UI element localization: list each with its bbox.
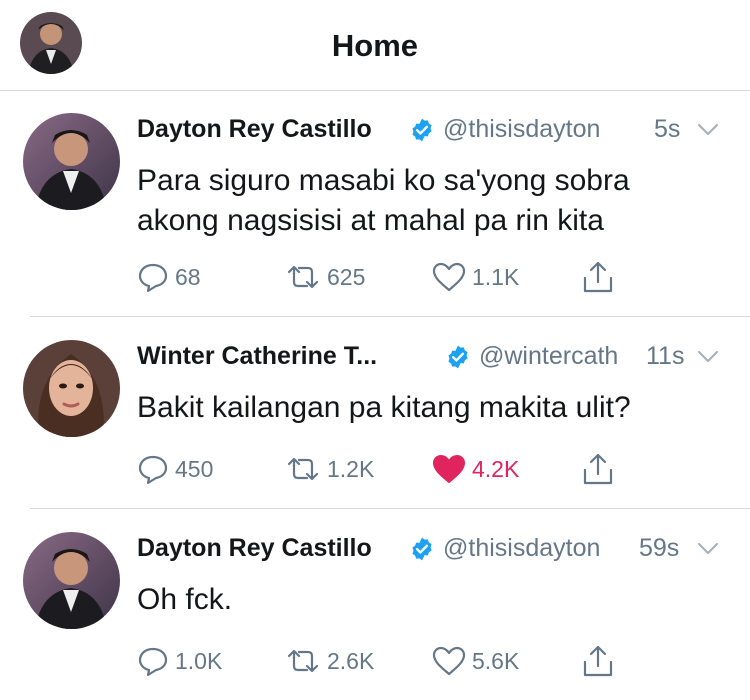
retweet-icon (287, 457, 319, 481)
verified-icon (448, 345, 468, 369)
author-handle[interactable]: @thisisdayton (443, 534, 600, 563)
tweet-text-line: Bakit kailangan pa kitang makita ulit? (137, 391, 631, 424)
chevron-down-icon[interactable] (696, 119, 720, 141)
reply-button[interactable]: 450 (137, 449, 213, 489)
top-bar: Home (0, 0, 750, 91)
tweet-actions: 450 1.2K 4.2K (137, 449, 730, 489)
share-icon (583, 645, 613, 677)
tweet-text: Bakit kailangan pa kitang makita ulit? (137, 388, 730, 428)
reply-count: 450 (175, 455, 214, 482)
reply-button[interactable]: 1.0K (137, 641, 222, 681)
retweet-button[interactable]: 2.6K (285, 641, 374, 681)
like-icon (433, 455, 465, 483)
share-icon (583, 453, 613, 485)
share-button[interactable] (582, 257, 620, 297)
tweet-text-line: Oh fck. (137, 583, 233, 616)
share-icon (583, 261, 613, 293)
tweet-text-line: akong nagsisisi at mahal pa rin kita (137, 204, 604, 237)
tweet-text-line: Para siguro masabi ko sa'yong sobra (137, 164, 630, 197)
retweet-count: 1.2K (327, 455, 375, 482)
timestamp: 59s (639, 534, 680, 562)
share-button[interactable] (582, 449, 620, 489)
like-button[interactable]: 1.1K (432, 257, 519, 297)
divider (30, 316, 750, 317)
tweet[interactable]: Dayton Rey Castillo @thisisdayton 5s Par… (0, 91, 750, 317)
chevron-down-icon[interactable] (696, 538, 720, 560)
avatar[interactable] (23, 113, 120, 210)
author-name[interactable]: Winter Catherine T... (137, 342, 377, 371)
retweet-button[interactable]: 1.2K (285, 449, 374, 489)
like-icon (432, 262, 466, 292)
chevron-down-icon[interactable] (696, 346, 720, 368)
retweet-count: 2.6K (327, 647, 375, 674)
like-button[interactable]: 4.2K (432, 449, 519, 489)
like-count: 1.1K (472, 263, 520, 290)
author-handle[interactable]: @thisisdayton (443, 115, 600, 144)
reply-count: 1.0K (175, 647, 223, 674)
tweet[interactable]: Winter Catherine T... @wintercath 11s Ba… (0, 318, 750, 509)
like-button[interactable]: 5.6K (432, 641, 519, 681)
reply-icon (138, 455, 168, 485)
avatar[interactable] (23, 532, 120, 629)
retweet-icon (287, 265, 319, 289)
author-name[interactable]: Dayton Rey Castillo (137, 115, 372, 144)
like-count: 4.2K (472, 455, 520, 482)
verified-icon (412, 118, 432, 142)
author-handle[interactable]: @wintercath (479, 342, 618, 371)
tweet-actions: 1.0K 2.6K 5.6K (137, 641, 730, 681)
tweet-text: Para siguro masabi ko sa'yong sobra akon… (137, 161, 730, 241)
reply-icon (138, 647, 168, 677)
tweet-text: Oh fck. (137, 580, 730, 620)
like-icon (432, 646, 466, 676)
avatar[interactable] (23, 340, 120, 437)
retweet-button[interactable]: 625 (285, 257, 365, 297)
divider (30, 508, 750, 509)
tweet[interactable]: Dayton Rey Castillo @thisisdayton 59s Oh… (0, 510, 750, 700)
reply-icon (138, 263, 168, 293)
timestamp: 5s (654, 115, 681, 143)
reply-count: 68 (175, 263, 201, 290)
share-button[interactable] (582, 641, 620, 681)
retweet-count: 625 (327, 263, 366, 290)
tweet-actions: 68 625 1.1K (137, 257, 730, 297)
like-count: 5.6K (472, 647, 520, 674)
retweet-icon (287, 649, 319, 673)
page-title: Home (331, 28, 419, 63)
verified-icon (412, 537, 432, 561)
reply-button[interactable]: 68 (137, 257, 201, 297)
timestamp: 11s (646, 342, 685, 370)
author-name[interactable]: Dayton Rey Castillo (137, 534, 372, 563)
